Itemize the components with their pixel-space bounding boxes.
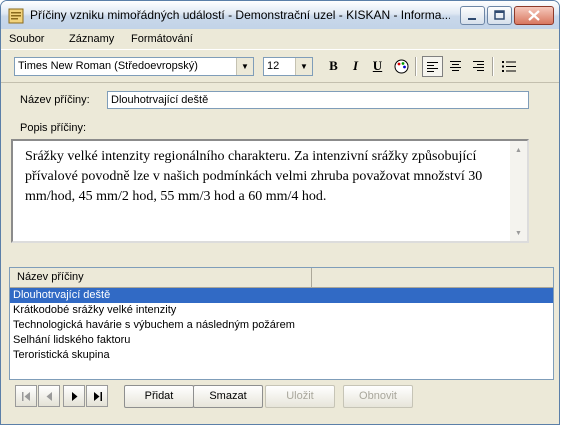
bullets-button[interactable] [499,56,520,77]
app-icon [8,8,24,24]
record-navigator: Přidat Smazat Uložit Obnovit [9,384,554,410]
minimize-button[interactable] [460,6,485,25]
underline-button[interactable]: U [367,56,388,77]
description-scrollbar[interactable]: ▲ ▼ [510,141,527,241]
scroll-up-icon[interactable]: ▲ [515,147,522,154]
prev-record-button[interactable] [38,385,60,407]
align-right-icon [473,61,484,71]
description-text[interactable]: Srážky velké intenzity regionálního char… [25,147,510,207]
list-item[interactable]: Krátkodobé srážky velké intenzity [10,303,553,318]
maximize-button[interactable] [487,6,512,25]
list-item[interactable]: Dlouhotrvající deště [10,288,553,303]
italic-button[interactable]: I [345,56,366,77]
font-select-value: Times New Roman (Středoevropský) [18,60,198,72]
bullet-list-icon [502,61,516,72]
color-button[interactable] [391,56,412,77]
column-header-name[interactable]: Název příčiny [17,271,84,283]
list-item[interactable]: Teroristická skupina [10,348,553,363]
prev-icon [46,392,52,401]
close-button[interactable] [514,6,554,25]
font-size-select[interactable]: 12 ▼ [263,57,313,76]
first-icon [22,392,30,401]
align-center-button[interactable] [445,56,466,77]
scroll-down-icon[interactable]: ▼ [515,230,522,237]
delete-button[interactable]: Smazat [193,385,263,408]
toolbar-separator [492,57,494,76]
format-toolbar: Times New Roman (Středoevropský) ▼ 12 ▼ … [1,49,559,83]
chevron-down-icon[interactable]: ▼ [236,58,253,75]
font-size-value: 12 [267,60,280,72]
last-icon [94,392,102,401]
align-left-button[interactable] [422,56,443,77]
last-record-button[interactable] [86,385,108,407]
menu-zaznamy[interactable]: Záznamy [69,33,114,45]
font-select[interactable]: Times New Roman (Středoevropský) ▼ [14,57,254,76]
name-label: Název příčiny: [20,94,90,106]
window-title: Příčiny vzniku mimořádných událostí - De… [30,8,450,22]
minimize-icon [468,18,476,20]
main-window: Příčiny vzniku mimořádných událostí - De… [0,0,560,425]
palette-icon [394,59,409,74]
toolbar-separator [415,57,417,76]
align-center-icon [450,61,461,71]
name-input-value: Dlouhotrvající deště [111,94,209,106]
maximize-icon [494,10,505,20]
save-button[interactable]: Uložit [265,385,335,408]
align-left-icon [427,62,438,72]
list-item[interactable]: Selhání lidského faktoru [10,333,553,348]
menu-soubor[interactable]: Soubor [9,33,44,45]
restore-button[interactable]: Obnovit [343,385,413,408]
first-record-button[interactable] [15,385,37,407]
chevron-down-icon[interactable]: ▼ [295,58,312,75]
close-icon [528,10,540,21]
bold-button[interactable]: B [323,56,344,77]
causes-list: Název příčiny Dlouhotrvající deště Krátko… [9,267,554,380]
add-button[interactable]: Přidat [124,385,194,408]
menu-bar: Soubor Záznamy Formátování [1,29,559,49]
name-input[interactable]: Dlouhotrvající deště [107,91,529,109]
menu-formatovani[interactable]: Formátování [131,33,193,45]
column-separator[interactable] [311,268,312,287]
list-header: Název příčiny [10,268,553,288]
description-editor[interactable]: Srážky velké intenzity regionálního char… [11,139,529,243]
list-item[interactable]: Technologická havárie s výbuchem a násle… [10,318,553,333]
description-label: Popis příčiny: [20,122,87,134]
align-right-button[interactable] [468,56,489,77]
next-icon [72,392,78,401]
next-record-button[interactable] [63,385,85,407]
title-bar[interactable]: Příčiny vzniku mimořádných událostí - De… [1,1,559,30]
